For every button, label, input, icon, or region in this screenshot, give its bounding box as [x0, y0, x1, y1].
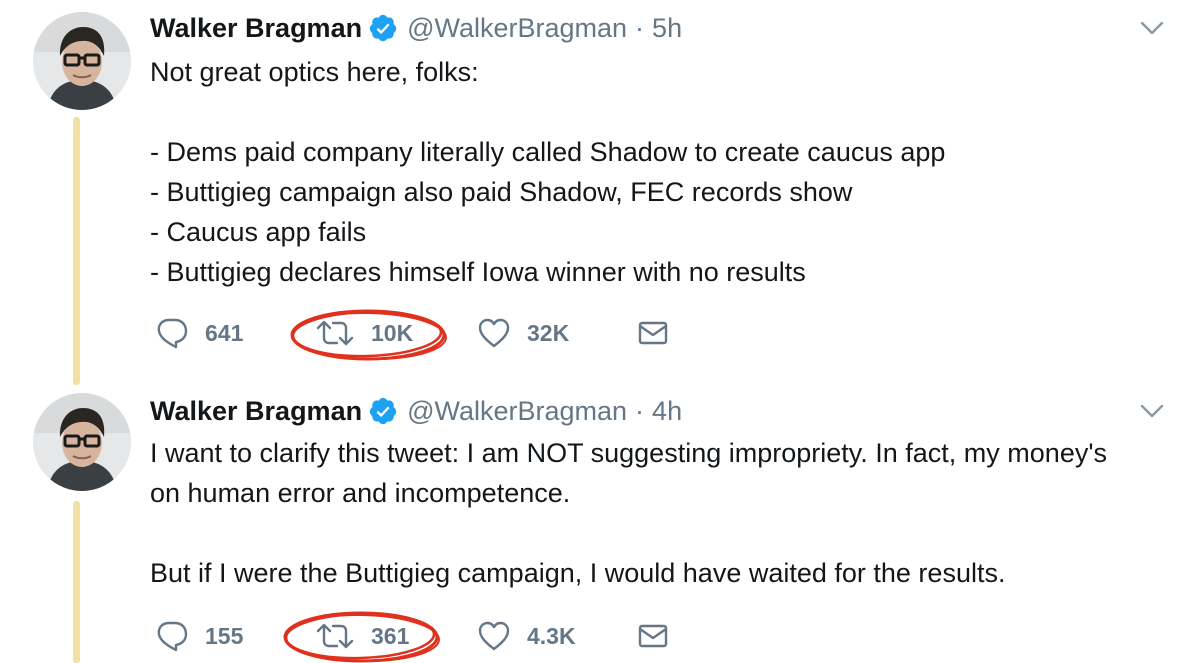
- tweet-line: But if I were the Buttigieg campaign, I …: [150, 558, 1006, 588]
- author-name[interactable]: Walker Bragman: [150, 393, 362, 429]
- chevron-down-icon[interactable]: [1140, 20, 1164, 36]
- avatar-photo: [33, 393, 131, 491]
- retweet-button[interactable]: 361: [315, 616, 409, 656]
- reply-count: 641: [205, 319, 244, 346]
- retweet-icon: [316, 623, 354, 649]
- direct-message-button[interactable]: [637, 313, 669, 353]
- reply-button[interactable]: 155: [155, 616, 243, 656]
- header-separator: ·: [635, 13, 645, 43]
- tweet-text: Not great optics here, folks: - Dems pai…: [150, 52, 945, 292]
- like-count: 32K: [527, 319, 570, 346]
- reply-button[interactable]: 641: [155, 313, 243, 353]
- retweet-icon: [316, 320, 354, 346]
- tweet-header: Walker Bragman @WalkerBragman · 5h: [150, 10, 682, 46]
- avatar-photo: [33, 12, 131, 110]
- chevron-down-icon[interactable]: [1140, 403, 1164, 419]
- like-count: 4.3K: [527, 622, 576, 649]
- tweet-timestamp[interactable]: 5h: [652, 10, 682, 46]
- author-handle[interactable]: @WalkerBragman: [407, 393, 627, 429]
- author-handle[interactable]: @WalkerBragman: [407, 10, 627, 46]
- retweet-count: 10K: [371, 319, 414, 346]
- retweet-button[interactable]: 10K: [315, 313, 413, 353]
- reply-icon: [157, 318, 188, 349]
- avatar[interactable]: [33, 393, 131, 491]
- thread-connector: [73, 117, 80, 385]
- verified-badge-icon: [368, 396, 398, 426]
- heart-icon: [478, 621, 510, 651]
- tweet-header: Walker Bragman @WalkerBragman · 4h: [150, 393, 682, 429]
- envelope-icon: [638, 321, 668, 345]
- tweet-timestamp[interactable]: 4h: [652, 393, 682, 429]
- reply-count: 155: [205, 622, 244, 649]
- envelope-icon: [638, 624, 668, 648]
- tweet-line: - Buttigieg declares himself Iowa winner…: [150, 257, 806, 287]
- tweet-line: on human error and incompetence.: [150, 478, 571, 508]
- tweet-line: Not great optics here, folks:: [150, 57, 479, 87]
- tweet-thread: Walker Bragman @WalkerBragman · 5h Not g…: [0, 0, 1200, 663]
- verified-badge-icon: [368, 13, 398, 43]
- retweet-count: 361: [371, 622, 410, 649]
- like-button[interactable]: 4.3K: [477, 616, 576, 656]
- tweet-1[interactable]: Walker Bragman @WalkerBragman · 5h Not g…: [0, 0, 1200, 385]
- avatar[interactable]: [33, 12, 131, 110]
- tweet-actions: 155 361 4.3K: [155, 616, 695, 656]
- tweet-line: - Buttigieg campaign also paid Shadow, F…: [150, 177, 853, 207]
- tweet-line: - Caucus app fails: [150, 217, 367, 247]
- author-name[interactable]: Walker Bragman: [150, 10, 362, 46]
- thread-connector: [73, 501, 80, 663]
- direct-message-button[interactable]: [637, 616, 669, 656]
- tweet-line: I want to clarify this tweet: I am NOT s…: [150, 438, 1107, 468]
- like-button[interactable]: 32K: [477, 313, 569, 353]
- tweet-text: I want to clarify this tweet: I am NOT s…: [150, 433, 1107, 593]
- tweet-2[interactable]: Walker Bragman @WalkerBragman · 4h I wan…: [0, 383, 1200, 663]
- tweet-actions: 641 10K 32K: [155, 313, 695, 353]
- tweet-line: - Dems paid company literally called Sha…: [150, 137, 946, 167]
- heart-icon: [478, 318, 510, 348]
- header-separator: ·: [635, 396, 645, 426]
- reply-icon: [157, 621, 188, 652]
